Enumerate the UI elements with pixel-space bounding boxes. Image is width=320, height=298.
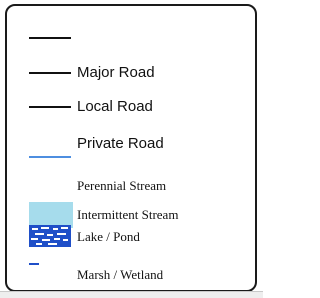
private-road-symbol bbox=[29, 156, 71, 158]
legend-label-private-road: Private Road bbox=[77, 135, 164, 152]
legend-label-major-road: Major Road bbox=[77, 64, 155, 81]
legend-label-intermittent-stream: Intermittent Stream bbox=[77, 207, 179, 222]
legend-label-perennial-stream: Perennial Stream bbox=[77, 178, 167, 193]
lake-pond-icon bbox=[29, 225, 71, 247]
local-road-symbol bbox=[29, 106, 71, 108]
map-legend: Major Road Local Road Private Road Peren… bbox=[5, 4, 257, 292]
legend-label-lake-pond: Lake / Pond bbox=[77, 229, 140, 244]
marsh-wetland-symbol bbox=[29, 263, 39, 265]
legend-line-symbol-unlabeled bbox=[29, 37, 71, 39]
legend-label-marsh-wetland: Marsh / Wetland bbox=[77, 267, 164, 282]
major-road-symbol bbox=[29, 72, 71, 74]
legend-label-local-road: Local Road bbox=[77, 98, 153, 115]
